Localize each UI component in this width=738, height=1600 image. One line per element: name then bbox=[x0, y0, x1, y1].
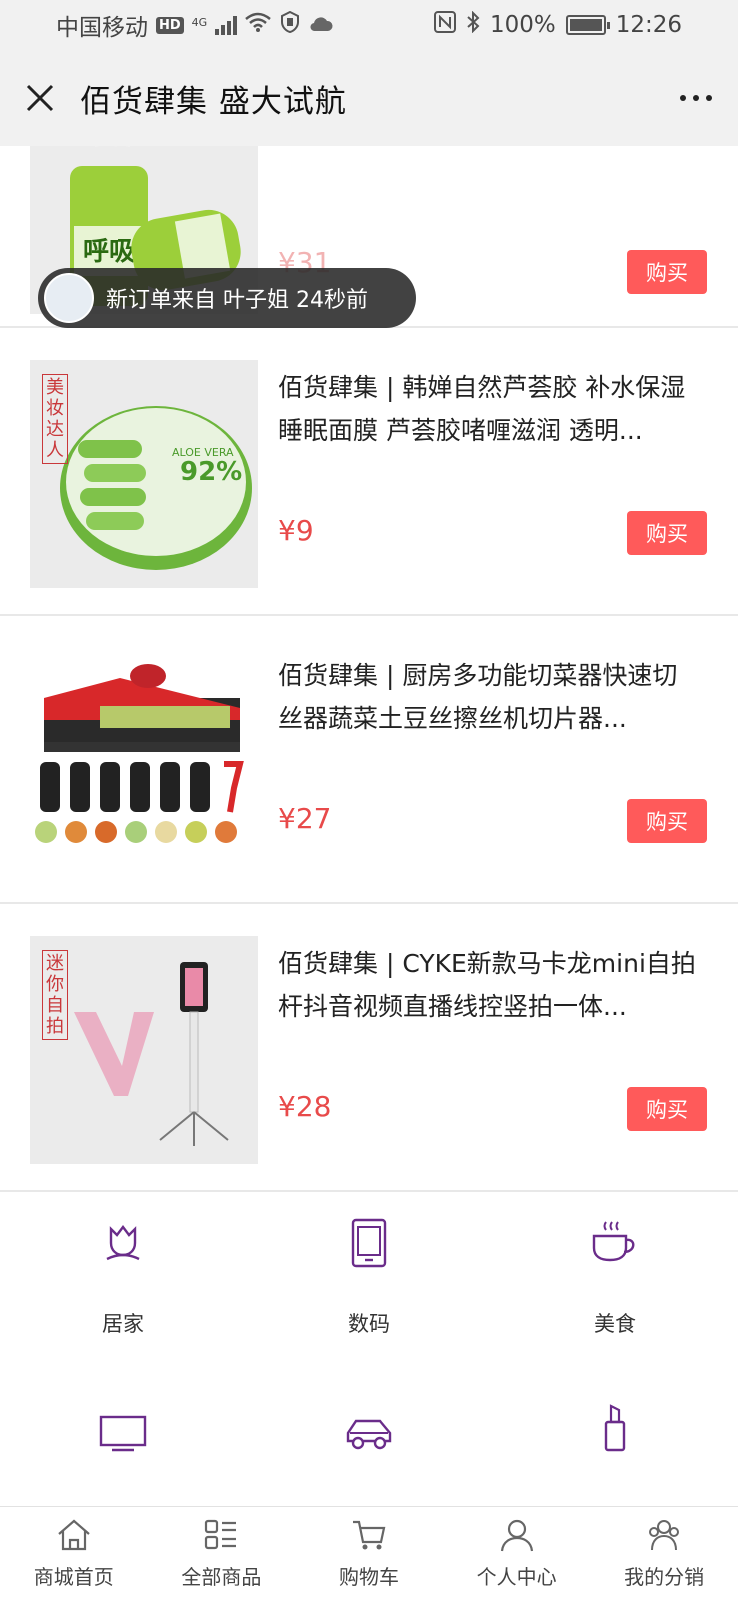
grid-list-icon bbox=[201, 1515, 241, 1555]
carrier-label: 中国移动 bbox=[56, 15, 148, 41]
tv-icon bbox=[98, 1408, 148, 1458]
svg-text:ALOE VERA: ALOE VERA bbox=[172, 446, 234, 459]
close-button[interactable] bbox=[0, 50, 80, 146]
new-order-toast: 新订单来自 叶子姐 24秒前 bbox=[38, 268, 416, 328]
tab-home[interactable]: 商城首页 bbox=[0, 1507, 148, 1600]
coffee-cup-icon bbox=[590, 1218, 640, 1268]
tab-cart[interactable]: 购物车 bbox=[295, 1507, 443, 1600]
product-image: 92% ALOE VERA 美妆达人 bbox=[30, 360, 258, 588]
product-title: 佰货肆集 | 韩婵自然芦荟胶 补水保湿睡眠面膜 芦荟胶啫喱滋润 透明... bbox=[278, 373, 686, 445]
toast-text: 新订单来自 叶子姐 24秒前 bbox=[106, 288, 368, 313]
product-item[interactable]: 迷你自拍 佰货肆集 | CYKE新款马卡龙mini自拍杆抖音视频直播线控竖拍一体… bbox=[0, 904, 738, 1192]
tab-label: 我的分销 bbox=[624, 1565, 705, 1589]
category-item-food[interactable]: 美食 bbox=[492, 1218, 738, 1338]
status-bar: 中国移动 HD 4G 100% 12:26 bbox=[0, 0, 738, 50]
tab-label: 商城首页 bbox=[33, 1565, 114, 1589]
battery-percent: 100% bbox=[489, 12, 556, 38]
product-item[interactable]: 92% ALOE VERA 美妆达人 佰货肆集 | 韩婵自然芦荟胶 补水保湿睡眠… bbox=[0, 328, 738, 616]
page-title: 佰货肆集 盛大试航 bbox=[80, 83, 347, 120]
product-title: 佰货肆集 | 厨房多功能切菜器快速切丝器蔬菜土豆丝擦丝机切片器... bbox=[278, 661, 678, 733]
category-item-tv[interactable] bbox=[0, 1408, 246, 1458]
product-image bbox=[30, 648, 258, 876]
cloud-icon bbox=[309, 12, 333, 38]
buy-button[interactable]: 购买 bbox=[627, 1087, 707, 1131]
category-grid: 居家 数码 美食 bbox=[0, 1208, 738, 1508]
category-item-car[interactable] bbox=[246, 1408, 492, 1458]
product-item[interactable]: 佰货肆集 | 厨房多功能切菜器快速切丝器蔬菜土豆丝擦丝机切片器... ¥27 购… bbox=[0, 616, 738, 904]
product-image: 迷你自拍 bbox=[30, 936, 258, 1164]
svg-text:92%: 92% bbox=[180, 457, 242, 487]
tab-label: 个人中心 bbox=[476, 1565, 557, 1589]
more-dot-icon bbox=[706, 95, 712, 101]
buy-button[interactable]: 购买 bbox=[627, 511, 707, 555]
category-item-digital[interactable]: 数码 bbox=[246, 1218, 492, 1338]
hand-icon bbox=[279, 10, 301, 39]
tab-distribution[interactable]: 我的分销 bbox=[590, 1507, 738, 1600]
category-item-home[interactable]: 居家 bbox=[0, 1218, 246, 1338]
more-dot-icon bbox=[680, 95, 686, 101]
buy-button[interactable]: 购买 bbox=[627, 799, 707, 843]
cart-icon bbox=[349, 1515, 389, 1555]
close-icon bbox=[26, 84, 54, 112]
tab-all-products[interactable]: 全部商品 bbox=[148, 1507, 296, 1600]
tab-label: 全部商品 bbox=[181, 1565, 262, 1589]
category-item-cosmetics[interactable] bbox=[492, 1404, 738, 1454]
signal-icon bbox=[215, 15, 238, 35]
product-title: 佰货肆集 | CYKE新款马卡龙mini自拍杆抖音视频直播线控竖拍一体... bbox=[278, 949, 696, 1021]
user-icon bbox=[497, 1515, 537, 1555]
battery-icon bbox=[565, 15, 610, 35]
product-price: ¥9 bbox=[278, 514, 314, 547]
bottom-tab-bar: 商城首页 全部商品 购物车 个人中心 我的分销 bbox=[0, 1506, 738, 1600]
product-tag: 迷你自拍 bbox=[42, 950, 68, 1040]
network-label: 4G bbox=[191, 16, 208, 29]
more-dot-icon bbox=[693, 95, 699, 101]
tab-label: 购物车 bbox=[338, 1565, 399, 1589]
svg-text:呼吸: 呼吸 bbox=[83, 237, 135, 267]
wifi-icon bbox=[245, 12, 272, 38]
more-options-button[interactable] bbox=[654, 50, 738, 146]
category-label: 美食 bbox=[594, 1312, 636, 1336]
tab-profile[interactable]: 个人中心 bbox=[443, 1507, 591, 1600]
category-label: 数码 bbox=[348, 1312, 390, 1336]
tablet-icon bbox=[344, 1218, 394, 1268]
users-icon bbox=[644, 1515, 684, 1555]
product-price: ¥27 bbox=[278, 802, 332, 835]
hd-badge: HD bbox=[156, 16, 184, 34]
car-icon bbox=[344, 1408, 394, 1458]
lipstick-icon bbox=[590, 1404, 640, 1454]
app-header: 佰货肆集 盛大试航 bbox=[0, 50, 738, 146]
flower-icon bbox=[98, 1218, 148, 1268]
avatar bbox=[44, 273, 94, 323]
product-price: ¥28 bbox=[278, 1090, 332, 1123]
product-tag: 美妆达人 bbox=[42, 374, 68, 464]
nfc-icon bbox=[433, 11, 456, 39]
home-icon bbox=[54, 1515, 94, 1555]
bluetooth-icon bbox=[466, 10, 480, 39]
clock: 12:26 bbox=[615, 12, 682, 38]
buy-button[interactable]: 购买 bbox=[627, 250, 707, 294]
category-label: 居家 bbox=[102, 1312, 144, 1336]
